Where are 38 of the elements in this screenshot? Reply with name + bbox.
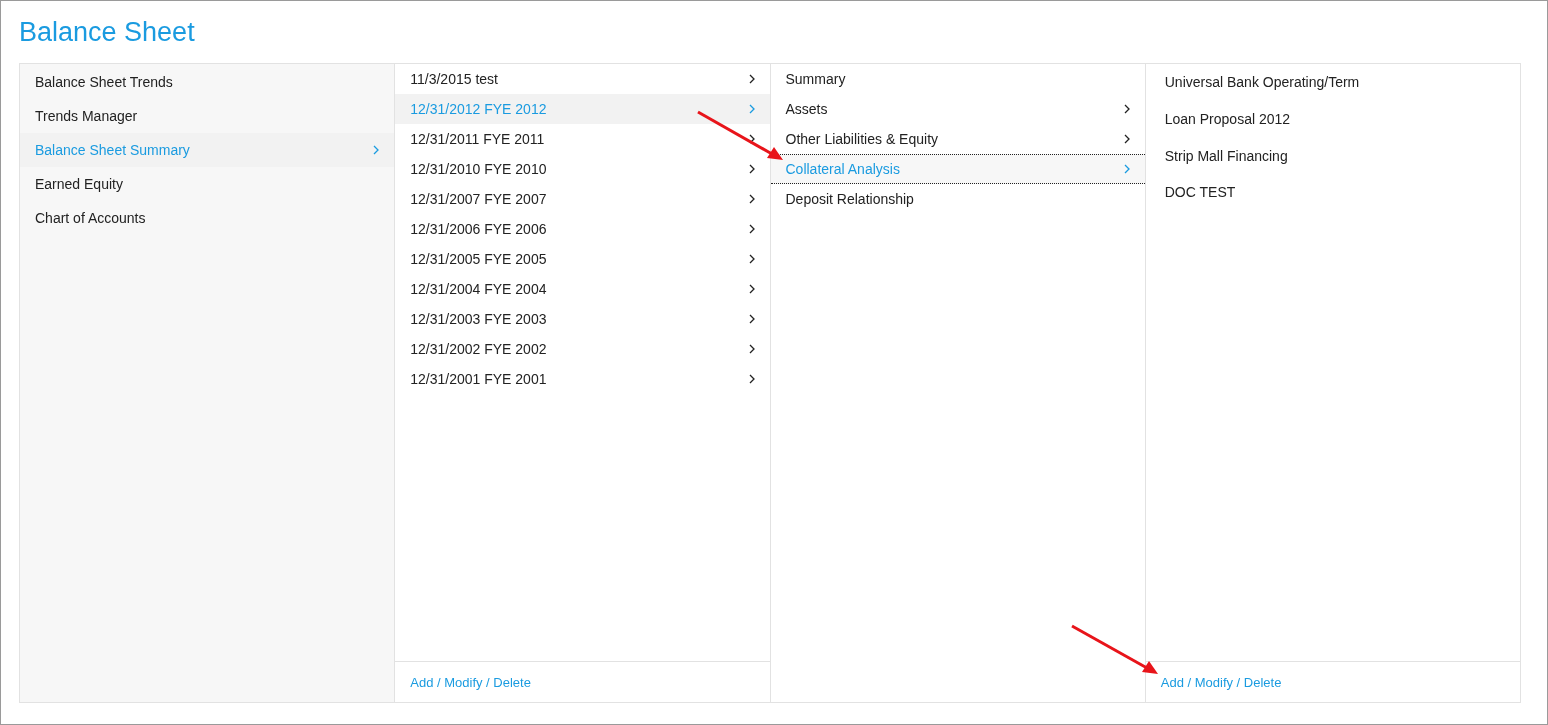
period-item[interactable]: 12/31/2001 FYE 2001	[395, 364, 770, 394]
section-item[interactable]: Deposit Relationship	[770, 184, 1145, 214]
document-item[interactable]: Loan Proposal 2012	[1145, 100, 1520, 138]
chevron-icon	[748, 344, 755, 354]
chevron-icon	[748, 314, 755, 324]
chevron-icon	[748, 134, 755, 144]
chevron-icon	[748, 284, 755, 294]
section-item[interactable]: Assets	[770, 94, 1145, 124]
chevron-icon	[748, 254, 755, 264]
chevron-icon	[748, 194, 755, 204]
chevron-icon	[373, 145, 380, 155]
document-item[interactable]: DOC TEST	[1145, 174, 1520, 211]
sidebar-item[interactable]: Trends Manager	[20, 99, 395, 133]
period-item[interactable]: 12/31/2010 FYE 2010	[395, 154, 770, 184]
period-item[interactable]: 12/31/2003 FYE 2003	[395, 304, 770, 334]
page-title: Balance Sheet	[19, 16, 195, 49]
sidebar-item[interactable]: Earned Equity	[20, 167, 395, 201]
chevron-icon	[748, 224, 755, 234]
chevron-icon	[1123, 164, 1130, 174]
section-item[interactable]: Summary	[770, 64, 1145, 94]
document-item[interactable]: Universal Bank Operating/Term	[1145, 64, 1520, 101]
chevron-icon	[748, 104, 755, 114]
period-item[interactable]: 12/31/2006 FYE 2006	[395, 214, 770, 244]
period-item[interactable]: 12/31/2002 FYE 2002	[395, 334, 770, 364]
chevron-icon	[1123, 134, 1130, 144]
period-item[interactable]: 12/31/2011 FYE 2011	[395, 124, 770, 154]
chevron-icon	[1123, 104, 1130, 114]
sidebar-item[interactable]: Chart of Accounts	[20, 201, 395, 235]
document-item[interactable]: Strip Mall Financing	[1145, 137, 1520, 175]
period-item[interactable]: 11/3/2015 test	[395, 64, 770, 94]
chevron-icon	[748, 374, 755, 384]
period-item[interactable]: 12/31/2005 FYE 2005	[395, 244, 770, 274]
period-item[interactable]: 12/31/2007 FYE 2007	[395, 184, 770, 214]
sidebar-item[interactable]: Balance Sheet Trends	[20, 65, 395, 99]
chevron-icon	[748, 164, 755, 174]
section-item[interactable]: Other Liabilities & Equity	[770, 124, 1145, 154]
chevron-icon	[748, 74, 755, 84]
period-item[interactable]: 12/31/2004 FYE 2004	[395, 274, 770, 304]
